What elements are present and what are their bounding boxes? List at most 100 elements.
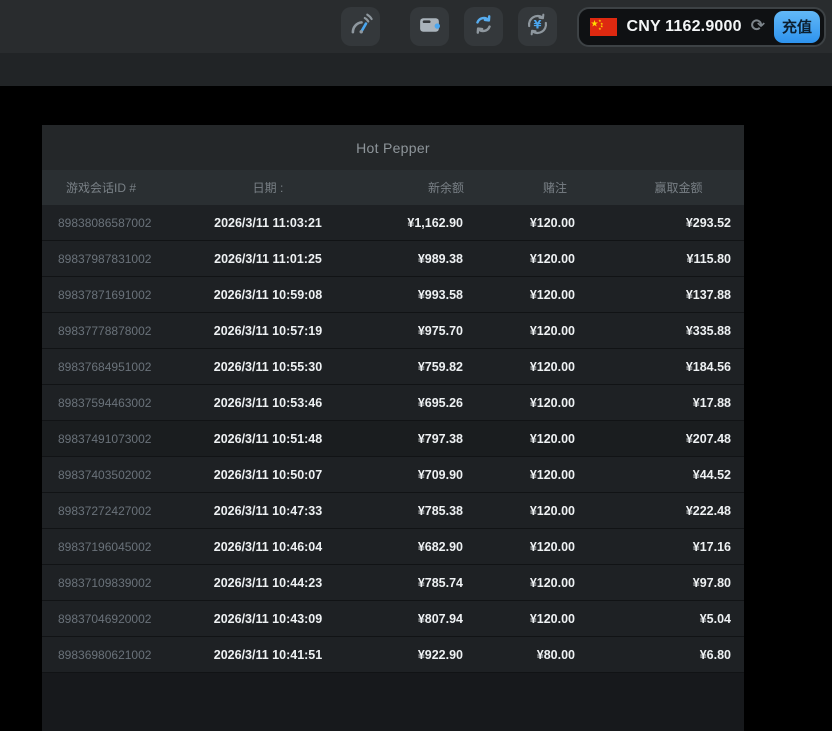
new-balance-cell: ¥922.90 bbox=[344, 648, 472, 662]
recharge-button[interactable]: 充值 bbox=[774, 11, 820, 43]
win-amount-cell: ¥97.80 bbox=[587, 576, 744, 590]
table-row: 898380865870022026/3/11 11:03:21¥1,162.9… bbox=[42, 205, 744, 241]
currency-exchange-button[interactable]: ¥ bbox=[518, 7, 557, 46]
column-header-session-id: 游戏会话ID # bbox=[42, 179, 192, 196]
win-amount-cell: ¥293.52 bbox=[587, 216, 744, 230]
win-amount-cell: ¥184.56 bbox=[587, 360, 744, 374]
win-amount-cell: ¥17.16 bbox=[587, 540, 744, 554]
date-cell: 2026/3/11 10:43:09 bbox=[192, 612, 344, 626]
win-amount-cell: ¥44.52 bbox=[587, 468, 744, 482]
currency-selector[interactable]: ★ ★ ★ ★ ★ CNY 1162.9000 ⟳ 充值 bbox=[577, 7, 826, 47]
date-cell: 2026/3/11 10:46:04 bbox=[192, 540, 344, 554]
win-amount-cell: ¥5.04 bbox=[587, 612, 744, 626]
new-balance-cell: ¥807.94 bbox=[344, 612, 472, 626]
bet-cell: ¥120.00 bbox=[472, 432, 587, 446]
new-balance-cell: ¥785.38 bbox=[344, 504, 472, 518]
top-bar: ¥ ★ ★ ★ ★ ★ CNY 1162.9000 ⟳ 充值 bbox=[0, 0, 832, 53]
win-amount-cell: ¥115.80 bbox=[587, 252, 744, 266]
new-balance-cell: ¥975.70 bbox=[344, 324, 472, 338]
table-row: 898372724270022026/3/11 10:47:33¥785.38¥… bbox=[42, 493, 744, 529]
date-cell: 2026/3/11 10:47:33 bbox=[192, 504, 344, 518]
bet-cell: ¥120.00 bbox=[472, 324, 587, 338]
new-balance-cell: ¥797.38 bbox=[344, 432, 472, 446]
wallet-icon bbox=[417, 12, 442, 42]
column-header-win-amount: 赢取金额 bbox=[587, 179, 744, 196]
sync-button[interactable] bbox=[464, 7, 503, 46]
svg-text:★: ★ bbox=[599, 27, 602, 31]
bet-cell: ¥120.00 bbox=[472, 504, 587, 518]
win-amount-cell: ¥222.48 bbox=[587, 504, 744, 518]
bet-cell: ¥120.00 bbox=[472, 396, 587, 410]
session-id-cell: 89837594463002 bbox=[42, 396, 192, 410]
date-cell: 2026/3/11 11:03:21 bbox=[192, 216, 344, 230]
table-row: 898374910730022026/3/11 10:51:48¥797.38¥… bbox=[42, 421, 744, 457]
bet-cell: ¥120.00 bbox=[472, 612, 587, 626]
date-cell: 2026/3/11 10:57:19 bbox=[192, 324, 344, 338]
table-row: 898371960450022026/3/11 10:46:04¥682.90¥… bbox=[42, 529, 744, 565]
win-amount-cell: ¥6.80 bbox=[587, 648, 744, 662]
session-id-cell: 89837272427002 bbox=[42, 504, 192, 518]
table-row: 898371098390022026/3/11 10:44:23¥785.74¥… bbox=[42, 565, 744, 601]
table-row: 898374035020022026/3/11 10:50:07¥709.90¥… bbox=[42, 457, 744, 493]
table-row: 898376849510022026/3/11 10:55:30¥759.82¥… bbox=[42, 349, 744, 385]
china-flag-icon: ★ ★ ★ ★ ★ bbox=[590, 18, 617, 36]
bet-cell: ¥120.00 bbox=[472, 216, 587, 230]
date-cell: 2026/3/11 10:55:30 bbox=[192, 360, 344, 374]
session-id-cell: 89837491073002 bbox=[42, 432, 192, 446]
column-header-new-balance: 新余额 bbox=[344, 179, 472, 196]
date-cell: 2026/3/11 11:01:25 bbox=[192, 252, 344, 266]
new-balance-cell: ¥709.90 bbox=[344, 468, 472, 482]
currency-exchange-icon: ¥ bbox=[525, 12, 550, 42]
sync-icon bbox=[471, 12, 496, 42]
bet-cell: ¥120.00 bbox=[472, 360, 587, 374]
date-cell: 2026/3/11 10:51:48 bbox=[192, 432, 344, 446]
date-cell: 2026/3/11 10:50:07 bbox=[192, 468, 344, 482]
session-id-cell: 89837196045002 bbox=[42, 540, 192, 554]
secondary-bar bbox=[0, 53, 832, 86]
gauge-button[interactable] bbox=[341, 7, 380, 46]
bet-cell: ¥120.00 bbox=[472, 576, 587, 590]
table-body: 898380865870022026/3/11 11:03:21¥1,162.9… bbox=[42, 205, 744, 673]
session-id-cell: 89838086587002 bbox=[42, 216, 192, 230]
new-balance-cell: ¥759.82 bbox=[344, 360, 472, 374]
session-id-cell: 89837046920002 bbox=[42, 612, 192, 626]
svg-text:★: ★ bbox=[591, 19, 599, 29]
new-balance-cell: ¥993.58 bbox=[344, 288, 472, 302]
table-header-row: 游戏会话ID # 日期 : 新余额 赌注 赢取金额 bbox=[42, 170, 744, 205]
bet-cell: ¥80.00 bbox=[472, 648, 587, 662]
wallet-button[interactable] bbox=[410, 7, 449, 46]
bet-cell: ¥120.00 bbox=[472, 288, 587, 302]
table-row: 898379878310022026/3/11 11:01:25¥989.38 ¥… bbox=[42, 241, 744, 277]
session-id-cell: 89837987831002 bbox=[42, 252, 192, 266]
table-row: 898370469200022026/3/11 10:43:09¥807.94¥… bbox=[42, 601, 744, 637]
refresh-balance-icon[interactable]: ⟳ bbox=[751, 17, 765, 34]
session-id-cell: 89837684951002 bbox=[42, 360, 192, 374]
win-amount-cell: ¥335.88 bbox=[587, 324, 744, 338]
table-row: 898369806210022026/3/11 10:41:51¥922.90¥… bbox=[42, 637, 744, 673]
win-amount-cell: ¥137.88 bbox=[587, 288, 744, 302]
date-cell: 2026/3/11 10:44:23 bbox=[192, 576, 344, 590]
date-cell: 2026/3/11 10:41:51 bbox=[192, 648, 344, 662]
session-id-cell: 89837403502002 bbox=[42, 468, 192, 482]
svg-text:¥: ¥ bbox=[534, 17, 542, 31]
session-history-card: Hot Pepper 游戏会话ID # 日期 : 新余额 赌注 赢取金额 898… bbox=[42, 125, 744, 731]
bet-cell: ¥120.00 bbox=[472, 540, 587, 554]
new-balance-cell: ¥785.74 bbox=[344, 576, 472, 590]
gauge-icon bbox=[348, 11, 374, 42]
table-row: 898378716910022026/3/11 10:59:08¥993.58¥… bbox=[42, 277, 744, 313]
new-balance-cell: ¥1,162.90 bbox=[344, 216, 472, 230]
column-header-bet: 赌注 bbox=[472, 179, 587, 196]
new-balance-cell: ¥695.26 bbox=[344, 396, 472, 410]
new-balance-cell: ¥682.90 bbox=[344, 540, 472, 554]
balance-label: CNY 1162.9000 bbox=[626, 18, 741, 36]
bet-cell: ¥120.00 bbox=[472, 468, 587, 482]
game-title: Hot Pepper bbox=[42, 125, 744, 170]
column-header-date: 日期 : bbox=[192, 179, 344, 196]
table-row: 898377788780022026/3/11 10:57:19¥975.70¥… bbox=[42, 313, 744, 349]
session-id-cell: 89837871691002 bbox=[42, 288, 192, 302]
win-amount-cell: ¥207.48 bbox=[587, 432, 744, 446]
new-balance-cell: ¥989.38 bbox=[344, 252, 472, 266]
session-id-cell: 89837778878002 bbox=[42, 324, 192, 338]
date-cell: 2026/3/11 10:53:46 bbox=[192, 396, 344, 410]
date-cell: 2026/3/11 10:59:08 bbox=[192, 288, 344, 302]
